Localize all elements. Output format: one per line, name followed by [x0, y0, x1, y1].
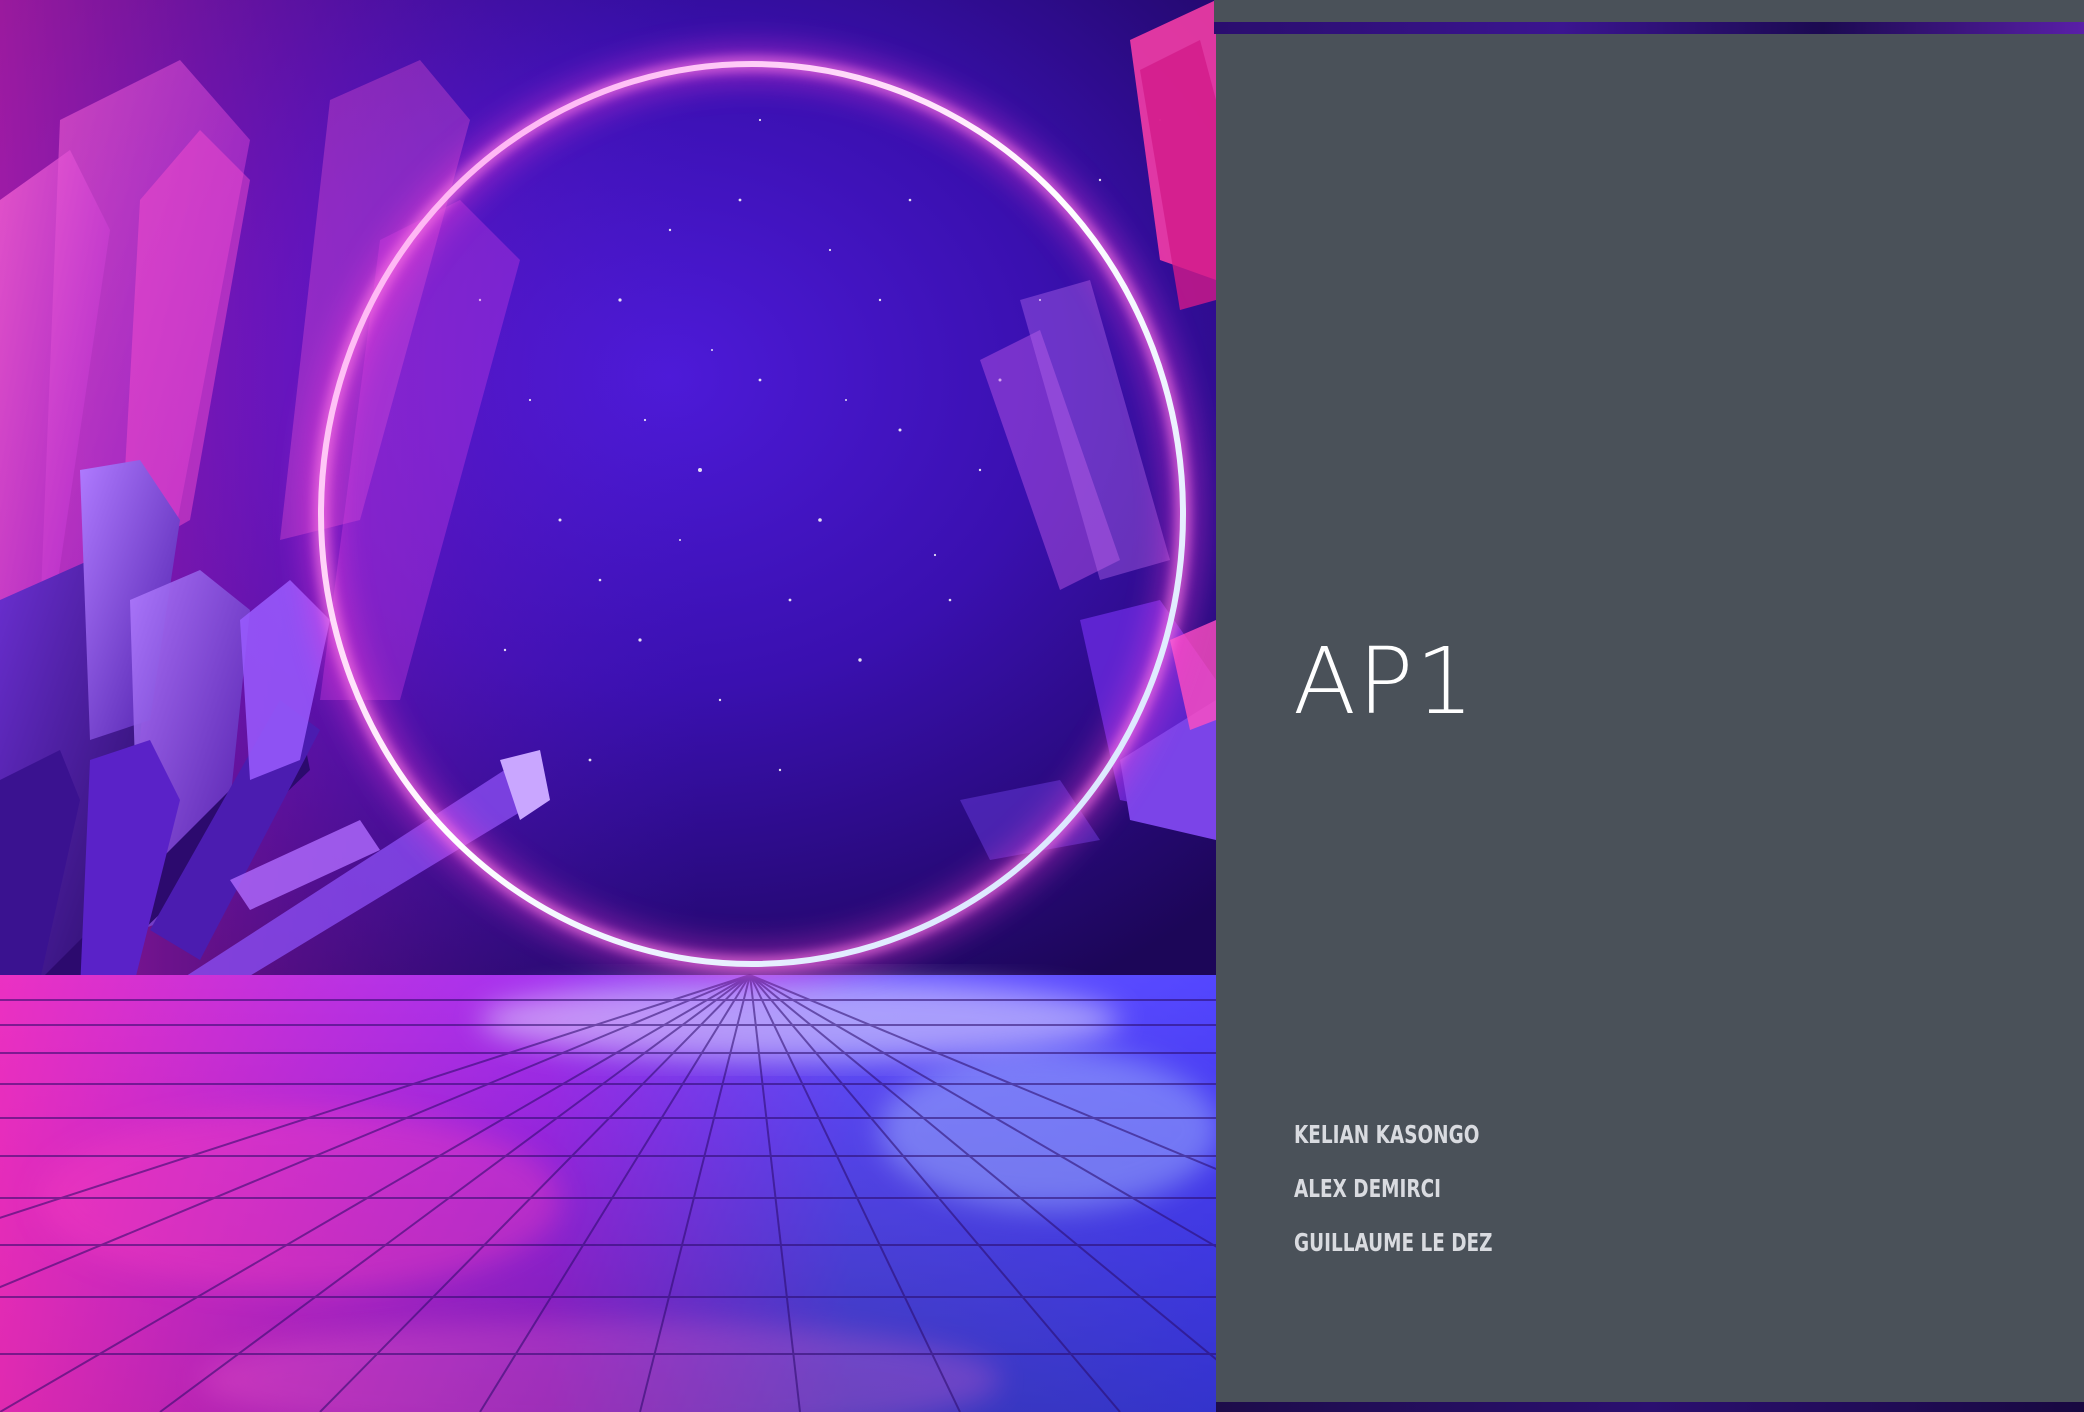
panel-bottom-strip	[1216, 1402, 2084, 1412]
author-name[interactable]: Alex Demirci	[1294, 1162, 1493, 1216]
neon-ring-illustration	[0, 0, 1216, 1412]
slide-title[interactable]: AP1	[1293, 636, 1476, 728]
panel-top-strip	[1214, 0, 2084, 22]
title-slide: AP1 Kelian Kasongo Alex Demirci Guillaum…	[0, 0, 2084, 1412]
background-artwork	[0, 0, 1216, 1412]
author-list: Kelian Kasongo Alex Demirci Guillaume Le…	[1294, 1108, 1536, 1270]
author-name[interactable]: Guillaume Le Dez	[1294, 1216, 1493, 1270]
author-name[interactable]: Kelian Kasongo	[1294, 1108, 1493, 1162]
panel-top-accent	[1214, 22, 2084, 34]
